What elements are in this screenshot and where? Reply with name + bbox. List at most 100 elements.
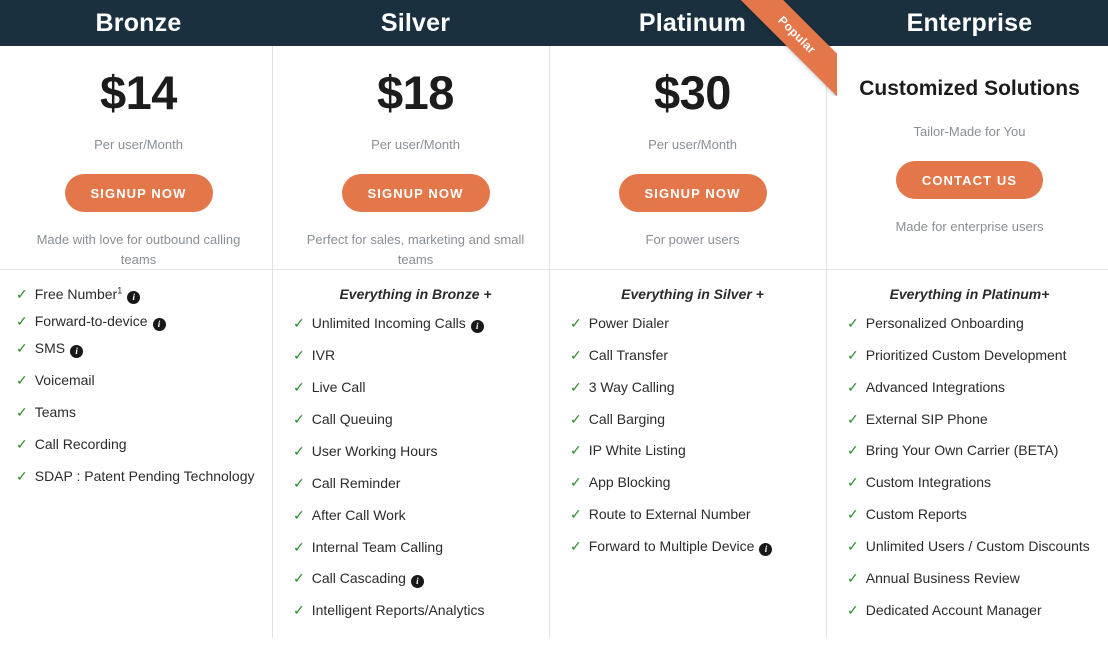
feature-item: ✓ Annual Business Review [847, 570, 1092, 588]
plan-features: Everything in Silver + ✓ Power Dialer ✓ Call… [554, 270, 831, 648]
feature-text-wrapper: Teams [35, 404, 261, 422]
info-icon[interactable]: i [410, 575, 424, 589]
feature-text-wrapper: 3 Way Calling [589, 379, 815, 397]
plan-price-block: $30 Per user/Month SIGNUP NOW For power use… [554, 46, 831, 270]
feature-label: IP White Listing [588, 442, 686, 459]
info-icon[interactable]: i [470, 320, 484, 334]
plan-column-bronze: Bronze $14 Per user/Month SIGNUP NOW Made wi… [0, 0, 277, 648]
feature-text-wrapper: Live Call [312, 379, 538, 397]
feature-label: Advanced Integrations [865, 378, 1006, 395]
feature-label: Intelligent Reports/Analytics [311, 602, 485, 619]
info-icon[interactable]: i [127, 291, 141, 305]
plan-tagline: For power users [645, 232, 740, 248]
plan-price-block: $18 Per user/Month SIGNUP NOW Perfect for s… [277, 46, 554, 271]
plan-header: Bronze [0, 0, 277, 46]
feature-item: ✓ IVR [293, 347, 538, 365]
check-icon: ✓ [16, 404, 28, 421]
feature-text-wrapper: Call Transfer [589, 347, 815, 365]
plan-custom-subtitle: Tailor-Made for You [913, 124, 1026, 140]
feature-label: Call Reminder [311, 474, 401, 491]
feature-label: Custom Reports [865, 506, 967, 523]
plan-column-platinum: Platinum Popular $30 Per user/Month SIGNUP N… [549, 0, 837, 648]
feature-label: Free Number [34, 286, 118, 303]
plan-features: Everything in Bronze + ✓ Unlimited Incomin… [277, 270, 554, 648]
feature-item: ✓ Teams [16, 404, 261, 422]
plan-header: Platinum [554, 0, 831, 46]
signup-now-button[interactable]: SIGNUP NOW [341, 174, 490, 213]
feature-text-wrapper: Unlimited Incoming Calls i [312, 315, 538, 334]
signup-now-button[interactable]: SIGNUP NOW [64, 174, 213, 213]
feature-text-wrapper: After Call Work [312, 507, 538, 525]
feature-item: ✓ Custom Integrations [847, 474, 1092, 492]
plan-price-period: Per user/Month [371, 137, 460, 153]
feature-label: Personalized Onboarding [865, 314, 1024, 331]
feature-item: ✓ Call Barging [570, 411, 815, 429]
feature-label: Bring Your Own Carrier (BETA) [865, 442, 1059, 459]
feature-item: ✓ SDAP : Patent Pending Technology [16, 468, 261, 486]
feature-item: ✓ Prioritized Custom Development [847, 347, 1092, 365]
feature-label: Forward-to-device [34, 313, 148, 330]
check-icon: ✓ [293, 474, 305, 491]
check-icon: ✓ [847, 474, 859, 491]
info-icon[interactable]: i [152, 318, 166, 332]
check-icon: ✓ [570, 314, 582, 331]
feature-item: ✓ 3 Way Calling [570, 379, 815, 397]
feature-text-wrapper: External SIP Phone [866, 411, 1092, 429]
plan-title: Platinum [638, 8, 747, 37]
feature-label: Prioritized Custom Development [865, 346, 1067, 363]
plan-price-period: Per user/Month [648, 137, 737, 153]
feature-label: App Blocking [588, 474, 671, 491]
feature-label: 3 Way Calling [588, 378, 675, 395]
feature-item: ✓ Call Cascading i [293, 570, 538, 589]
feature-label: Power Dialer [588, 314, 669, 331]
plan-header: Silver [277, 0, 554, 46]
feature-item: ✓ Bring Your Own Carrier (BETA) [847, 442, 1092, 460]
info-icon[interactable]: i [70, 345, 84, 359]
feature-label: SMS [34, 340, 66, 357]
feature-label: External SIP Phone [865, 410, 988, 427]
feature-label: Call Cascading [311, 570, 406, 587]
plan-custom-headline: Customized Solutions [859, 77, 1080, 100]
feature-text-wrapper: IVR [312, 347, 538, 365]
feature-text-wrapper: Custom Integrations [866, 474, 1092, 492]
feature-item: ✓ Forward-to-device i [16, 313, 261, 332]
check-icon: ✓ [293, 538, 305, 555]
feature-label: Teams [34, 404, 76, 421]
feature-text-wrapper: SMS i [34, 340, 261, 359]
check-icon: ✓ [293, 442, 305, 459]
contact-us-button[interactable]: CONTACT US [895, 161, 1044, 200]
check-icon: ✓ [293, 570, 305, 587]
plan-column-enterprise: Enterprise Customized Solutions Tailor-Mad… [826, 0, 1108, 648]
info-icon[interactable]: i [759, 543, 773, 557]
feature-label: IVR [311, 347, 336, 364]
feature-text-wrapper: Call Queuing [312, 411, 538, 429]
check-icon: ✓ [847, 601, 859, 618]
feature-label: Forward to Multiple Device [588, 538, 755, 555]
check-icon: ✓ [847, 410, 859, 427]
feature-item: ✓ Route to External Number [570, 506, 815, 524]
check-icon: ✓ [16, 286, 28, 303]
feature-footnote-marker: 1 [117, 285, 123, 296]
check-icon: ✓ [847, 538, 859, 555]
feature-text-wrapper: Call Reminder [312, 475, 538, 493]
check-icon: ✓ [847, 570, 859, 587]
feature-label: Annual Business Review [865, 570, 1020, 587]
feature-text-wrapper: IP White Listing [589, 442, 815, 460]
feature-text-wrapper: Free Number1i [34, 285, 261, 305]
feature-text-wrapper: App Blocking [589, 474, 815, 492]
check-icon: ✓ [16, 468, 28, 485]
feature-item: ✓ Call Queuing [293, 411, 538, 429]
check-icon: ✓ [16, 313, 28, 330]
feature-item: ✓ Unlimited Incoming Calls i [293, 315, 538, 334]
feature-text-wrapper: Power Dialer [589, 315, 815, 333]
plan-price: $14 [100, 66, 177, 119]
feature-item: ✓ App Blocking [570, 474, 815, 492]
feature-text-wrapper: SDAP : Patent Pending Technology [35, 468, 261, 486]
check-icon: ✓ [293, 315, 305, 332]
feature-text-wrapper: Bring Your Own Carrier (BETA) [866, 442, 1092, 460]
features-intro: Everything in Silver + [621, 286, 764, 302]
feature-text-wrapper: Personalized Onboarding [866, 315, 1092, 333]
feature-label: Unlimited Users / Custom Discounts [865, 538, 1090, 555]
feature-label: Voicemail [34, 372, 95, 389]
signup-now-button[interactable]: SIGNUP NOW [618, 174, 767, 213]
